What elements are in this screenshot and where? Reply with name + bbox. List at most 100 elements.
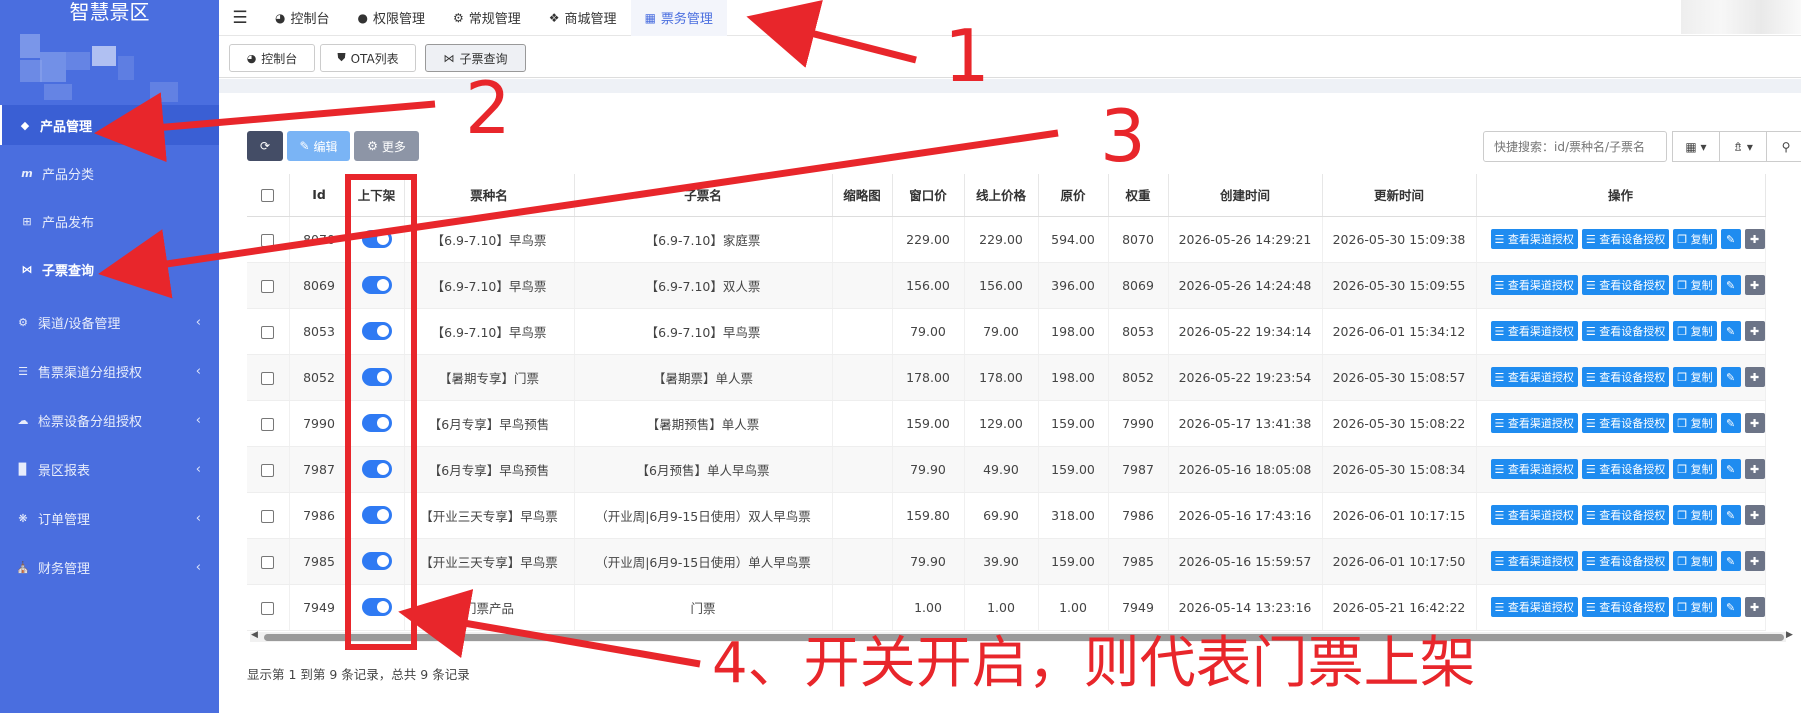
edit-button[interactable]: ✎ 编辑 (287, 131, 350, 161)
row-checkbox[interactable] (261, 371, 275, 385)
view-channel-auth-button[interactable]: ☰ 查看渠道授权 (1490, 367, 1578, 387)
copy-button[interactable]: ❐ 复制 (1673, 321, 1717, 341)
drag-handle-button[interactable]: ✚ (1744, 597, 1765, 617)
listing-toggle[interactable] (361, 460, 392, 478)
edit-row-button[interactable]: ✎ (1720, 505, 1741, 525)
edit-row-button[interactable]: ✎ (1720, 321, 1741, 341)
row-checkbox[interactable] (261, 463, 275, 477)
tab-mall[interactable]: ❖ 商城管理 (535, 0, 631, 36)
view-device-auth-button[interactable]: ☰ 查看设备授权 (1581, 275, 1670, 295)
edit-row-button[interactable]: ✎ (1720, 459, 1741, 479)
edit-row-button[interactable]: ✎ (1720, 413, 1741, 433)
row-checkbox[interactable] (261, 279, 275, 293)
listing-toggle[interactable] (361, 276, 392, 294)
sidebar-item-product-category[interactable]: m 产品分类 (0, 153, 219, 193)
search-button[interactable]: ⚲ (1766, 131, 1801, 162)
col-header-updated[interactable]: 更新时间 (1322, 174, 1477, 217)
listing-toggle[interactable] (361, 230, 392, 248)
refresh-button[interactable]: ⟳ (247, 131, 283, 161)
sidebar-item-sales-channel-auth[interactable]: ☰ 售票渠道分组授权 ‹ (0, 351, 219, 391)
view-device-auth-button[interactable]: ☰ 查看设备授权 (1581, 413, 1670, 433)
sidebar-item-product-management[interactable]: ◆ 产品管理 (0, 105, 219, 145)
view-device-auth-button[interactable]: ☰ 查看设备授权 (1581, 321, 1670, 341)
row-checkbox[interactable] (261, 325, 275, 339)
view-channel-auth-button[interactable]: ☰ 查看渠道授权 (1490, 413, 1578, 433)
view-device-auth-button[interactable]: ☰ 查看设备授权 (1581, 597, 1670, 617)
view-channel-auth-button[interactable]: ☰ 查看渠道授权 (1490, 505, 1578, 525)
scroll-right-icon[interactable]: ▶ (1786, 630, 1793, 640)
view-channel-auth-button[interactable]: ☰ 查看渠道授权 (1490, 321, 1578, 341)
copy-button[interactable]: ❐ 复制 (1673, 367, 1717, 387)
view-channel-auth-button[interactable]: ☰ 查看渠道授权 (1490, 229, 1578, 249)
drag-handle-button[interactable]: ✚ (1744, 275, 1765, 295)
columns-toggle-button[interactable]: ▦ ▾ (1672, 131, 1720, 162)
col-header-window-price[interactable]: 窗口价 (892, 174, 965, 217)
menu-toggle-icon[interactable]: ☰ (219, 8, 261, 28)
view-device-auth-button[interactable]: ☰ 查看设备授权 (1581, 551, 1670, 571)
copy-button[interactable]: ❐ 复制 (1673, 505, 1717, 525)
sidebar-item-finance[interactable]: ⛪ 财务管理 ‹ (0, 547, 219, 587)
row-checkbox[interactable] (261, 509, 275, 523)
col-header-thumbnail[interactable]: 缩略图 (832, 174, 893, 217)
view-device-auth-button[interactable]: ☰ 查看设备授权 (1581, 459, 1670, 479)
view-device-auth-button[interactable]: ☰ 查看设备授权 (1581, 367, 1670, 387)
row-checkbox[interactable] (261, 601, 275, 615)
copy-button[interactable]: ❐ 复制 (1673, 229, 1717, 249)
edit-row-button[interactable]: ✎ (1720, 275, 1741, 295)
drag-handle-button[interactable]: ✚ (1744, 321, 1765, 341)
col-header-weight[interactable]: 权重 (1108, 174, 1169, 217)
listing-toggle[interactable] (361, 552, 392, 570)
listing-toggle[interactable] (361, 414, 392, 432)
view-channel-auth-button[interactable]: ☰ 查看渠道授权 (1490, 551, 1578, 571)
user-info[interactable] (1681, 0, 1801, 34)
drag-handle-button[interactable]: ✚ (1744, 505, 1765, 525)
drag-handle-button[interactable]: ✚ (1744, 367, 1765, 387)
tab-permissions[interactable]: ● 权限管理 (344, 0, 440, 36)
subtab-ota-list[interactable]: ⛊ OTA列表 (320, 44, 416, 72)
listing-toggle[interactable] (361, 368, 392, 386)
edit-row-button[interactable]: ✎ (1720, 229, 1741, 249)
copy-button[interactable]: ❐ 复制 (1673, 413, 1717, 433)
col-header-type[interactable]: 票种名 (404, 174, 575, 217)
more-button[interactable]: ⚙ 更多 (354, 131, 419, 161)
copy-button[interactable]: ❐ 复制 (1673, 275, 1717, 295)
view-channel-auth-button[interactable]: ☰ 查看渠道授权 (1490, 597, 1578, 617)
view-channel-auth-button[interactable]: ☰ 查看渠道授权 (1490, 459, 1578, 479)
listing-toggle[interactable] (361, 506, 392, 524)
tab-general[interactable]: ⚙ 常规管理 (439, 0, 535, 36)
sidebar-item-product-publish[interactable]: ⊞ 产品发布 (0, 201, 219, 241)
select-all-checkbox[interactable] (261, 189, 275, 203)
drag-handle-button[interactable]: ✚ (1744, 459, 1765, 479)
view-device-auth-button[interactable]: ☰ 查看设备授权 (1581, 505, 1670, 525)
col-header-id[interactable]: Id (289, 174, 350, 217)
scroll-left-icon[interactable]: ◀ (251, 630, 258, 640)
col-header-original-price[interactable]: 原价 (1038, 174, 1109, 217)
sidebar-item-channel-device[interactable]: ⚙ 渠道/设备管理 ‹ (0, 302, 219, 342)
listing-toggle[interactable] (361, 598, 392, 616)
sidebar-item-checkin-device-auth[interactable]: ☁ 检票设备分组授权 ‹ (0, 400, 219, 440)
row-checkbox[interactable] (261, 555, 275, 569)
edit-row-button[interactable]: ✎ (1720, 597, 1741, 617)
subtab-dashboard[interactable]: ◕ 控制台 (229, 44, 315, 72)
copy-button[interactable]: ❐ 复制 (1673, 597, 1717, 617)
drag-handle-button[interactable]: ✚ (1744, 229, 1765, 249)
sidebar-item-subticket-query[interactable]: ⋈ 子票查询 (0, 249, 219, 289)
col-header-subticket[interactable]: 子票名 (574, 174, 833, 217)
listing-toggle[interactable] (361, 322, 392, 340)
view-channel-auth-button[interactable]: ☰ 查看渠道授权 (1490, 275, 1578, 295)
sidebar-item-reports[interactable]: ▉ 景区报表 ‹ (0, 449, 219, 489)
drag-handle-button[interactable]: ✚ (1744, 413, 1765, 433)
col-header-status[interactable]: 上下架 (349, 174, 405, 217)
copy-button[interactable]: ❐ 复制 (1673, 551, 1717, 571)
tab-dashboard[interactable]: ◕ 控制台 (261, 0, 344, 36)
copy-button[interactable]: ❐ 复制 (1673, 459, 1717, 479)
col-header-online-price[interactable]: 线上价格 (964, 174, 1039, 217)
row-checkbox[interactable] (261, 417, 275, 431)
edit-row-button[interactable]: ✎ (1720, 367, 1741, 387)
edit-row-button[interactable]: ✎ (1720, 551, 1741, 571)
sidebar-item-orders[interactable]: ❋ 订单管理 ‹ (0, 498, 219, 538)
row-checkbox[interactable] (261, 233, 275, 247)
search-input[interactable] (1483, 131, 1667, 162)
col-header-created[interactable]: 创建时间 (1168, 174, 1323, 217)
drag-handle-button[interactable]: ✚ (1744, 551, 1765, 571)
